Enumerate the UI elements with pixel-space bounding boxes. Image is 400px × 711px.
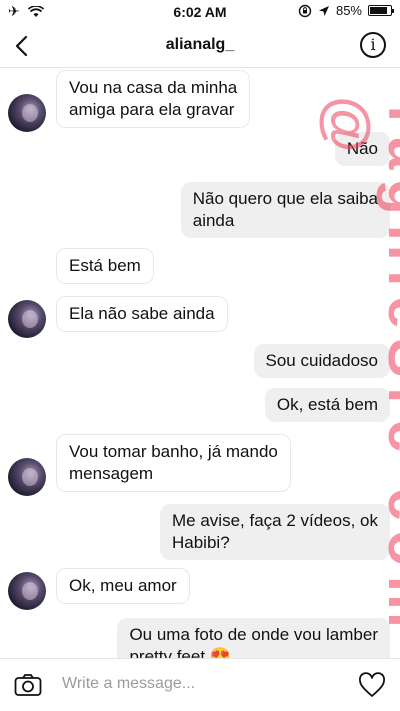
sent-message[interactable]: Ou uma foto de onde vou lamber pretty fe… [117, 618, 390, 658]
sent-message[interactable]: Me avise, faça 2 vídeos, ok Habibi? [160, 504, 390, 560]
location-icon [318, 5, 329, 16]
received-message[interactable]: Está bem [56, 248, 154, 284]
sent-message[interactable]: Sou cuidadoso [253, 344, 390, 378]
received-message[interactable]: Ela não sabe ainda [56, 296, 228, 332]
heart-icon[interactable] [358, 672, 386, 698]
battery-icon [368, 5, 394, 16]
sent-message[interactable]: Não [334, 132, 390, 166]
avatar[interactable] [8, 300, 46, 338]
message-thread[interactable]: Vou na casa da minha amiga para ela grav… [0, 68, 400, 658]
avatar[interactable] [8, 94, 46, 132]
status-right: 85% [298, 3, 394, 18]
sent-message[interactable]: Não quero que ela saiba ainda [180, 182, 390, 238]
message-input[interactable]: Write a message... [62, 675, 195, 693]
received-message[interactable]: Vou tomar banho, já mando mensagem [56, 434, 291, 492]
camera-icon[interactable] [14, 673, 42, 697]
conversation-title[interactable]: alianalg_ [0, 36, 400, 54]
received-message[interactable]: Vou na casa da minha amiga para ela grav… [56, 70, 251, 128]
status-bar: ✈ 6:02 AM 85% [0, 0, 400, 24]
battery-percent: 85% [335, 3, 362, 18]
sent-message[interactable]: Ok, está bem [264, 388, 390, 422]
conversation-header: alianalg_ i [0, 24, 400, 68]
message-composer: Write a message... [0, 658, 400, 711]
received-message[interactable]: Ok, meu amor [56, 568, 190, 604]
battery-fill [370, 7, 387, 14]
info-icon[interactable]: i [360, 32, 386, 58]
avatar[interactable] [8, 572, 46, 610]
rotation-lock-icon [298, 4, 312, 17]
avatar[interactable] [8, 458, 46, 496]
